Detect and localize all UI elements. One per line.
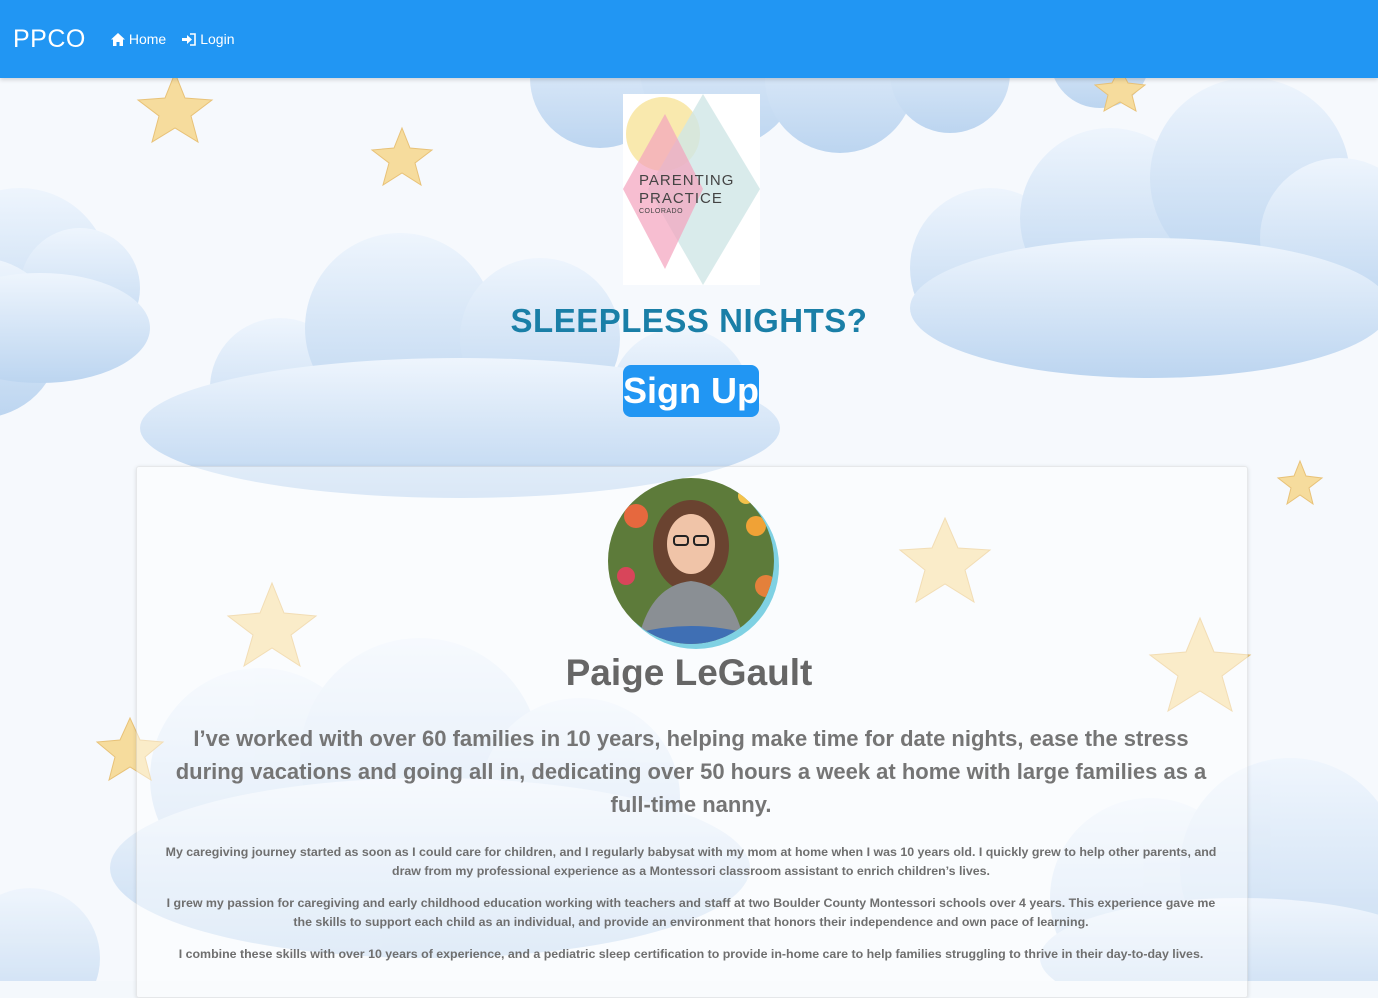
logo-line-1: PARENTING bbox=[639, 172, 735, 189]
nav-login-label: Login bbox=[200, 31, 235, 47]
hero-headline: SLEEPLESS NIGHTS? bbox=[510, 302, 868, 339]
nav-login-link[interactable]: Login bbox=[182, 31, 234, 47]
profile-lead: I’ve worked with over 60 families in 10 … bbox=[175, 726, 1207, 817]
sign-in-icon bbox=[182, 32, 197, 46]
nav-home-link[interactable]: Home bbox=[110, 31, 167, 47]
profile-paragraph-3: I combine these skills with over 10 year… bbox=[178, 947, 1204, 961]
logo-wordmark: PARENTING PRACTICE bbox=[639, 172, 734, 208]
top-navbar: PPCO Home Login bbox=[0, 0, 1378, 78]
nav-home-label: Home bbox=[128, 31, 167, 47]
profile-paragraph-2: I grew my passion for caregiving and ear… bbox=[166, 896, 1216, 929]
logo-line-3: COLORADO bbox=[639, 208, 684, 215]
logo-line-2: PRACTICE bbox=[639, 190, 723, 207]
sign-up-button[interactable]: Sign Up bbox=[623, 365, 759, 417]
brand-link[interactable]: PPCO bbox=[13, 25, 86, 54]
parenting-practice-logo: PARENTING PRACTICE COLORADO bbox=[623, 94, 760, 285]
profile-paragraph-1: My caregiving journey started as soon as… bbox=[165, 845, 1217, 878]
home-icon bbox=[110, 32, 125, 46]
profile-avatar bbox=[608, 478, 779, 649]
profile-name: Paige LeGault bbox=[565, 652, 813, 693]
